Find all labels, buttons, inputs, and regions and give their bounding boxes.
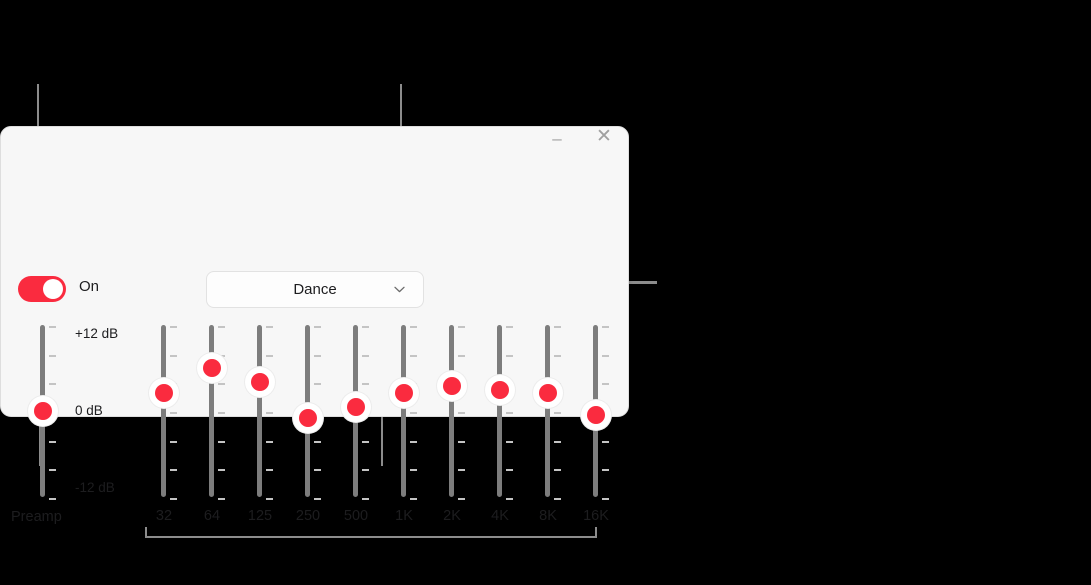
slider-track[interactable]: [257, 325, 262, 497]
band-label-16K: 16K: [583, 508, 609, 524]
band-label-64: 64: [203, 508, 221, 524]
slider-thumb[interactable]: [293, 403, 323, 434]
slider-track[interactable]: [497, 325, 502, 497]
minimize-button[interactable]: –: [544, 126, 570, 152]
slider-thumb[interactable]: [581, 399, 611, 430]
slider-track[interactable]: [545, 325, 550, 497]
band-label-8K: 8K: [539, 508, 557, 524]
slider-tick-marks: [458, 325, 468, 500]
preamp-slider[interactable]: [28, 323, 58, 500]
band-slider-125[interactable]: [245, 323, 275, 500]
preset-dropdown[interactable]: Dance: [206, 271, 424, 308]
slider-track[interactable]: [209, 325, 214, 497]
band-label-1K: 1K: [395, 508, 413, 524]
slider-track[interactable]: [449, 325, 454, 497]
band-slider-1K[interactable]: [389, 323, 419, 500]
chevron-down-icon: [394, 284, 405, 295]
toggle-knob: [43, 279, 63, 299]
band-slider-4K[interactable]: [485, 323, 515, 500]
preamp-label: Preamp: [11, 509, 62, 525]
slider-thumb[interactable]: [197, 353, 227, 383]
preset-selected-value: Dance: [293, 281, 337, 298]
slider-tick-marks: [266, 325, 276, 500]
equalizer-window: On Dance +12 dB 0 dB -12 dB Preamp 32 64 1…: [0, 126, 629, 538]
slider-tick-marks: [218, 325, 228, 500]
equalizer-power-toggle[interactable]: [18, 276, 66, 302]
band-slider-64[interactable]: [197, 323, 227, 500]
band-label-32: 32: [155, 508, 173, 524]
band-slider-250[interactable]: [293, 323, 323, 500]
slider-tick-marks: [554, 325, 564, 500]
slider-thumb[interactable]: [28, 396, 58, 426]
slider-thumb[interactable]: [389, 378, 419, 409]
close-button[interactable]: ✕: [591, 124, 617, 150]
slider-track[interactable]: [401, 325, 406, 497]
slider-tick-marks: [410, 325, 420, 500]
slider-track[interactable]: [161, 325, 166, 497]
slider-tick-marks: [170, 325, 180, 500]
scale-label-min: -12 dB: [75, 480, 115, 495]
slider-thumb[interactable]: [149, 378, 179, 409]
band-label-2K: 2K: [443, 508, 461, 524]
band-group-bracket: [145, 527, 597, 538]
slider-thumb[interactable]: [437, 370, 467, 401]
band-slider-16K[interactable]: [581, 323, 611, 500]
scale-label-max: +12 dB: [75, 326, 119, 341]
slider-thumb[interactable]: [485, 374, 515, 405]
band-slider-8K[interactable]: [533, 323, 563, 500]
slider-tick-marks: [506, 325, 516, 500]
band-label-125: 125: [247, 508, 273, 524]
band-slider-500[interactable]: [341, 323, 371, 500]
power-state-label: On: [79, 278, 100, 295]
band-slider-32[interactable]: [149, 323, 179, 500]
band-label-4K: 4K: [491, 508, 509, 524]
scale-label-mid: 0 dB: [75, 403, 103, 418]
band-slider-2K[interactable]: [437, 323, 467, 500]
band-label-250: 250: [295, 508, 321, 524]
band-label-500: 500: [343, 508, 369, 524]
slider-thumb[interactable]: [533, 378, 563, 409]
